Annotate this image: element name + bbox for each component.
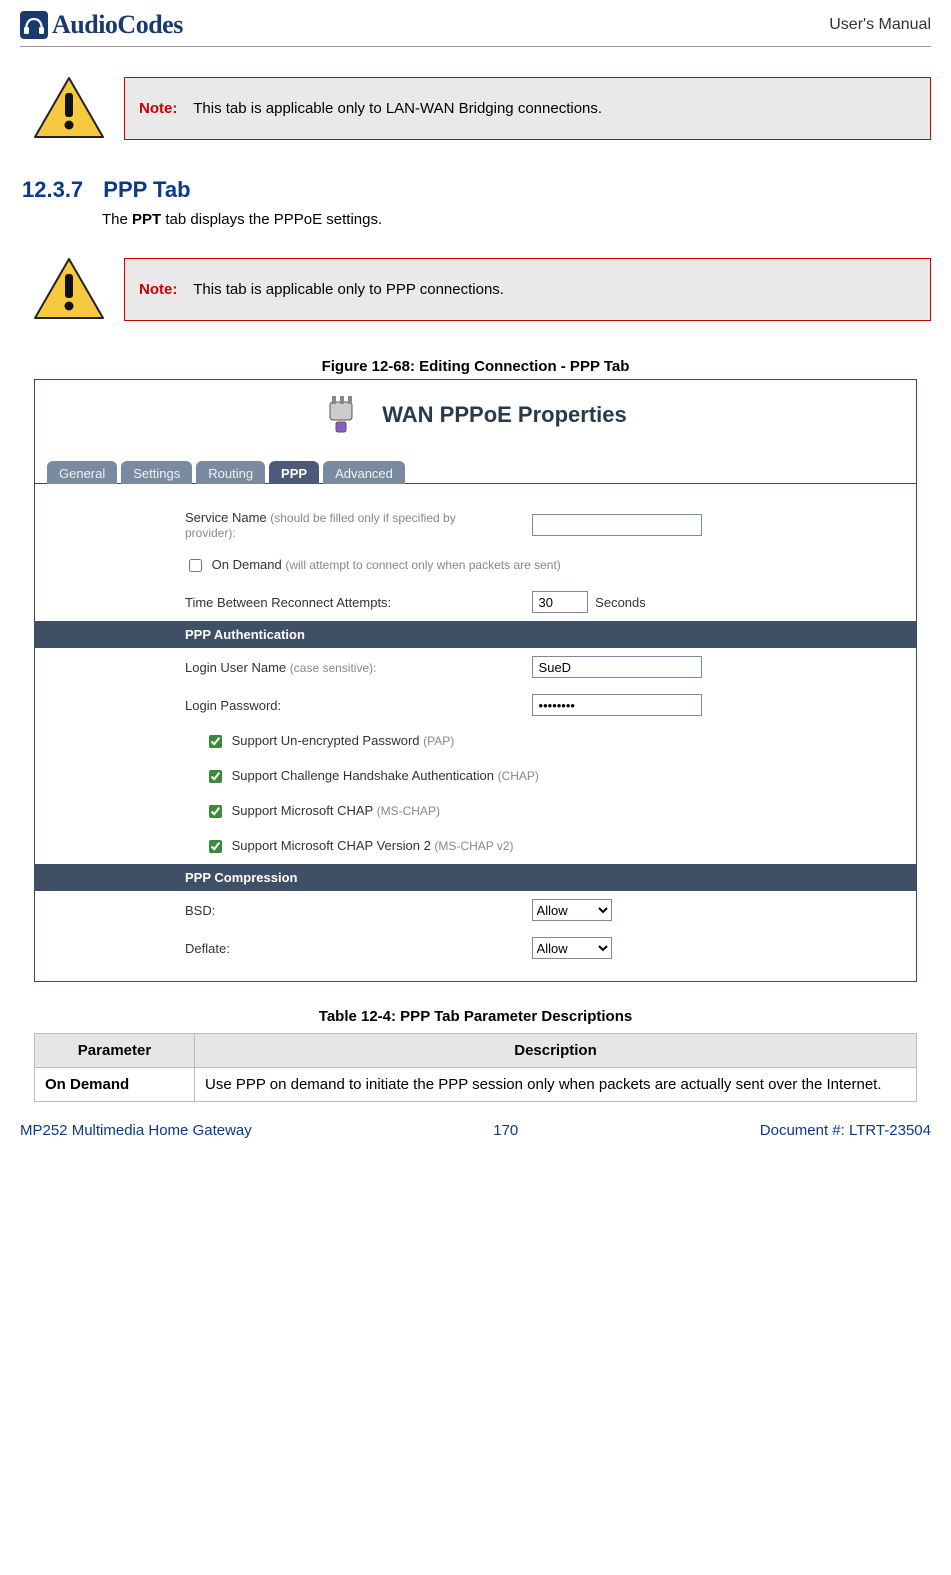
on-demand-row: On Demand (will attempt to connect only …: [35, 548, 916, 583]
panel-title-row: WAN PPPoE Properties: [35, 380, 916, 460]
section-intro: The PPT tab displays the PPPoE settings.: [102, 211, 931, 228]
service-name-input[interactable]: [532, 514, 702, 536]
mschap2-row: Support Microsoft CHAP Version 2 (MS-CHA…: [35, 829, 916, 864]
deflate-select[interactable]: Allow: [532, 937, 612, 959]
reconnect-unit: Seconds: [595, 595, 646, 610]
tab-ppp[interactable]: PPP: [269, 461, 319, 484]
footer-left: MP252 Multimedia Home Gateway: [20, 1122, 252, 1139]
table-header-param: Parameter: [35, 1034, 195, 1068]
warning-icon: [32, 256, 106, 322]
panel-title: WAN PPPoE Properties: [382, 402, 627, 428]
audiocodes-logo-icon: [20, 11, 48, 39]
brand-logo: AudioCodes: [20, 10, 183, 40]
note-box: Note: This tab is applicable only to PPP…: [124, 258, 931, 321]
deflate-label: Deflate:: [35, 929, 520, 967]
page-footer: MP252 Multimedia Home Gateway 170 Docume…: [0, 1102, 951, 1151]
table-header-desc: Description: [195, 1034, 917, 1068]
note-label: Note:: [139, 281, 177, 298]
bsd-label: BSD:: [35, 891, 520, 929]
tab-advanced[interactable]: Advanced: [323, 461, 405, 484]
table-row: On Demand Use PPP on demand to initiate …: [35, 1068, 917, 1102]
mschap-row: Support Microsoft CHAP (MS-CHAP): [35, 794, 916, 829]
login-user-input[interactable]: [532, 656, 702, 678]
reconnect-input[interactable]: [532, 591, 588, 613]
chap-checkbox[interactable]: [209, 770, 222, 783]
doc-type-label: User's Manual: [829, 16, 931, 34]
tab-general[interactable]: General: [47, 461, 117, 484]
note-block-2: Note: This tab is applicable only to PPP…: [32, 256, 931, 322]
mschap-checkbox[interactable]: [209, 805, 222, 818]
mschap2-checkbox[interactable]: [209, 840, 222, 853]
parameter-table: Parameter Description On Demand Use PPP …: [34, 1033, 917, 1102]
figure-container: WAN PPPoE Properties General Settings Ro…: [34, 379, 917, 982]
note-text: This tab is applicable only to LAN-WAN B…: [193, 100, 602, 117]
section-heading: 12.3.7 PPP Tab: [22, 177, 931, 203]
ppp-auth-header: PPP Authentication: [35, 621, 916, 648]
service-name-label: Service Name (should be filled only if s…: [35, 502, 520, 548]
figure-caption: Figure 12-68: Editing Connection - PPP T…: [20, 358, 931, 375]
tabs-row: General Settings Routing PPP Advanced: [35, 460, 916, 484]
chap-row: Support Challenge Handshake Authenticati…: [35, 759, 916, 794]
tab-routing[interactable]: Routing: [196, 461, 265, 484]
brand-name: AudioCodes: [52, 10, 183, 40]
section-title: PPP Tab: [103, 177, 190, 202]
login-user-label: Login User Name (case sensitive):: [35, 648, 520, 686]
pap-row: Support Un-encrypted Password (PAP): [35, 724, 916, 759]
login-pass-input[interactable]: [532, 694, 702, 716]
page-header: AudioCodes User's Manual: [20, 10, 931, 47]
table-caption: Table 12-4: PPP Tab Parameter Descriptio…: [20, 1008, 931, 1025]
ethernet-plug-icon: [324, 392, 370, 438]
bsd-select[interactable]: Allow: [532, 899, 612, 921]
reconnect-label: Time Between Reconnect Attempts:: [35, 583, 520, 621]
on-demand-checkbox[interactable]: [189, 559, 202, 572]
section-number: 12.3.7: [22, 177, 83, 202]
note-text: This tab is applicable only to PPP conne…: [193, 281, 504, 298]
param-desc: Use PPP on demand to initiate the PPP se…: [195, 1068, 917, 1102]
footer-page-number: 170: [493, 1122, 518, 1139]
tab-settings[interactable]: Settings: [121, 461, 192, 484]
pap-checkbox[interactable]: [209, 735, 222, 748]
ppp-form: Service Name (should be filled only if s…: [35, 484, 916, 981]
note-label: Note:: [139, 100, 177, 117]
note-box: Note: This tab is applicable only to LAN…: [124, 77, 931, 140]
note-block-1: Note: This tab is applicable only to LAN…: [32, 75, 931, 141]
param-name: On Demand: [35, 1068, 195, 1102]
footer-right: Document #: LTRT-23504: [760, 1122, 931, 1139]
warning-icon: [32, 75, 106, 141]
ppp-comp-header: PPP Compression: [35, 864, 916, 891]
login-pass-label: Login Password:: [35, 686, 520, 724]
